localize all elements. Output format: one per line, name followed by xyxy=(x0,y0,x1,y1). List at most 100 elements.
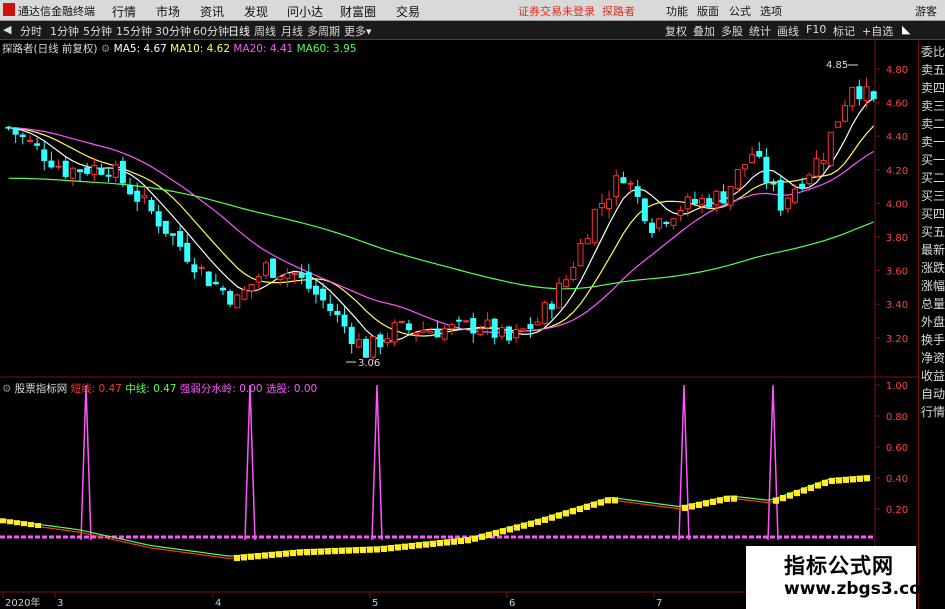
settings-icon[interactable]: ⚙ xyxy=(101,43,110,55)
rp-sell4[interactable]: 卖四 xyxy=(921,79,945,96)
rising-bar xyxy=(850,476,856,483)
btn-zixuan[interactable]: +自选 xyxy=(862,23,893,39)
rp-buy4[interactable]: 买四 xyxy=(921,205,945,222)
app-logo-icon xyxy=(3,3,15,16)
menu-zixun[interactable]: 资讯 xyxy=(200,3,224,20)
menu-jiaoyi[interactable]: 交易 xyxy=(396,3,420,20)
back-icon[interactable]: ◀ xyxy=(3,23,11,36)
rp-sell1[interactable]: 卖一 xyxy=(921,133,945,150)
period-fenshi[interactable]: 分时 xyxy=(20,23,42,39)
period-15min[interactable]: 15分钟 xyxy=(116,23,152,39)
candle-down xyxy=(312,285,319,295)
menu-shichang[interactable]: 市场 xyxy=(156,3,180,20)
candle-down xyxy=(777,179,784,211)
rising-bar xyxy=(584,503,590,510)
rp-buy3[interactable]: 买三 xyxy=(921,187,945,204)
candle-up xyxy=(291,272,298,275)
rp-turnover[interactable]: 换手 xyxy=(921,331,945,348)
candle-up xyxy=(262,262,269,276)
guest-label[interactable]: 游客 xyxy=(915,3,937,19)
login-notice[interactable]: 证券交易未登录 探路者 xyxy=(518,3,635,19)
menu-caifuquan[interactable]: 财富圈 xyxy=(340,3,376,20)
rp-volume[interactable]: 总量 xyxy=(921,295,945,312)
candle-up xyxy=(684,196,691,210)
btn-f10[interactable]: F10 xyxy=(806,23,826,36)
period-monthly[interactable]: 月线 xyxy=(281,23,303,39)
menu-gongneng[interactable]: 功能 xyxy=(666,3,688,19)
btn-fuquan[interactable]: 复权 xyxy=(665,23,687,39)
rp-sell5[interactable]: 卖五 xyxy=(921,61,945,78)
rp-buy2[interactable]: 买二 xyxy=(921,169,945,186)
rising-bar xyxy=(353,547,359,554)
rising-bar xyxy=(395,544,401,551)
rising-bar xyxy=(7,519,13,525)
period-1min[interactable]: 1分钟 xyxy=(50,23,79,39)
rp-quote[interactable]: 行情 xyxy=(921,403,945,420)
candle-down xyxy=(5,126,12,129)
candle-down xyxy=(320,288,327,301)
btn-huaxian[interactable]: 画线 xyxy=(777,23,799,39)
candle-up xyxy=(863,86,870,102)
collapse-icon[interactable]: ◣ xyxy=(902,23,910,36)
candle-down xyxy=(634,186,641,197)
rp-netasset[interactable]: 净资 xyxy=(921,349,945,366)
rp-change[interactable]: 涨跌 xyxy=(921,259,945,276)
period-30min[interactable]: 30分钟 xyxy=(155,23,191,39)
btn-tongji[interactable]: 统计 xyxy=(749,23,771,39)
rising-bar xyxy=(416,542,422,549)
rising-bar xyxy=(297,549,303,556)
candle-down xyxy=(527,324,534,330)
rp-auto[interactable]: 自动 xyxy=(921,385,945,402)
candle-down xyxy=(98,167,105,175)
date-label: 2020年 xyxy=(5,596,40,609)
btn-duogu[interactable]: 多股 xyxy=(721,23,743,39)
rp-buy5[interactable]: 买五 xyxy=(921,223,945,240)
menu-faxian[interactable]: 发现 xyxy=(244,3,268,20)
candle-up xyxy=(577,243,584,267)
ma-lines xyxy=(8,97,875,343)
candle-down xyxy=(756,150,763,157)
candle-up xyxy=(255,276,262,283)
rp-change-pct[interactable]: 涨幅 xyxy=(921,277,945,294)
btn-diejia[interactable]: 叠加 xyxy=(693,23,715,39)
rp-sell2[interactable]: 卖二 xyxy=(921,115,945,132)
candle-up xyxy=(413,332,420,335)
rp-earnings[interactable]: 收益 xyxy=(921,367,945,384)
candle-up xyxy=(806,174,813,185)
candle-up xyxy=(741,164,748,170)
candle-down xyxy=(270,258,277,278)
period-60min[interactable]: 60分钟 xyxy=(193,23,229,39)
rising-bar xyxy=(367,546,373,553)
menu-wenxiaoda[interactable]: 问小达 xyxy=(287,3,323,20)
rp-sell3[interactable]: 卖三 xyxy=(921,97,945,114)
rp-weibi[interactable]: 委比 xyxy=(921,43,945,60)
menu-hangqing[interactable]: 行情 xyxy=(112,3,136,20)
candle-down xyxy=(763,156,770,183)
candle-up xyxy=(570,266,577,281)
rp-outer[interactable]: 外盘 xyxy=(921,313,945,330)
candle-down xyxy=(720,191,727,204)
rp-buy1[interactable]: 买一 xyxy=(921,151,945,168)
period-multi[interactable]: 多周期 xyxy=(307,23,340,39)
settings-icon[interactable]: ⚙ xyxy=(2,383,11,395)
rising-bar xyxy=(682,504,688,512)
period-more[interactable]: 更多▾ xyxy=(344,23,372,39)
kline-chart[interactable]: 4.80 4.60 4.40 4.20 4.00 3.80 3.60 3.40 3.20 1.00… xyxy=(0,40,918,609)
menu-banmian[interactable]: 版面 xyxy=(697,3,719,19)
period-weekly[interactable]: 周线 xyxy=(254,23,276,39)
menu-xuanxiang[interactable]: 选项 xyxy=(760,3,782,19)
candle-up xyxy=(370,336,377,358)
mid-line-value: 中线: 0.47 xyxy=(125,383,177,395)
indicator-name[interactable]: 股票指标网 xyxy=(15,383,68,395)
period-5min[interactable]: 5分钟 xyxy=(83,23,112,39)
period-daily[interactable]: 日线 xyxy=(228,23,250,39)
date-label: 7 xyxy=(656,598,662,609)
menu-gongshi[interactable]: 公式 xyxy=(729,3,751,19)
ma10-value: MA10: 4.62 xyxy=(170,43,231,55)
rp-latest[interactable]: 最新 xyxy=(921,241,945,258)
signal-spike xyxy=(244,384,256,541)
candle-down xyxy=(377,334,384,348)
btn-biaoji[interactable]: 标记 xyxy=(833,23,855,39)
candle-up xyxy=(427,330,434,334)
high-price-label: 4.85 xyxy=(826,60,848,71)
